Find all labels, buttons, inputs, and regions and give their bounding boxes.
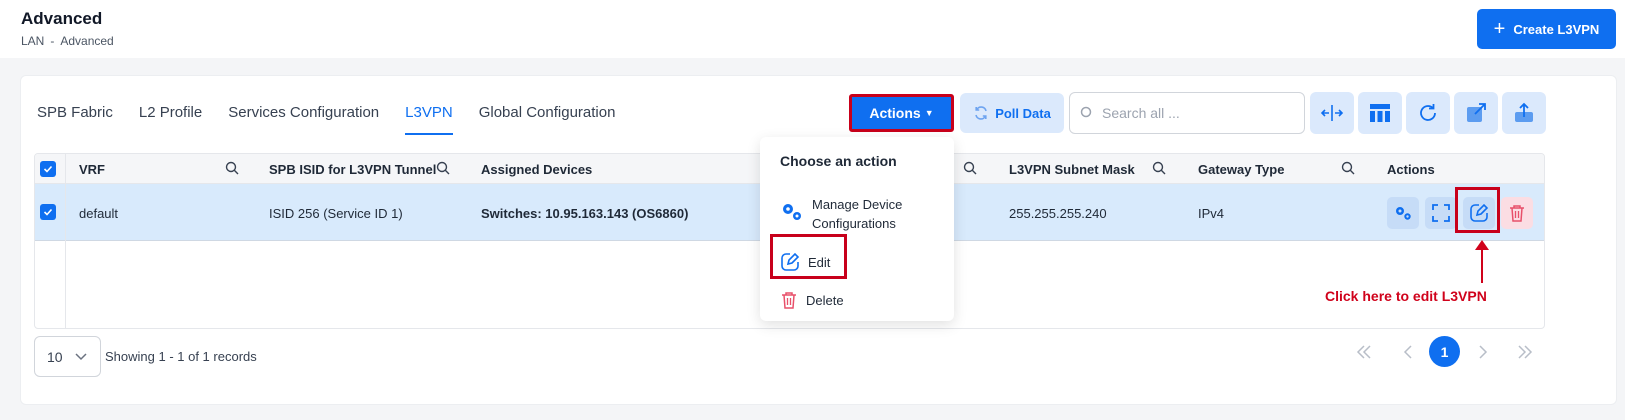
sync-icon xyxy=(975,106,987,120)
column-search-icon[interactable] xyxy=(436,161,450,175)
resize-columns-button[interactable] xyxy=(1310,92,1354,134)
row-checkbox[interactable] xyxy=(40,204,56,220)
gears-icon xyxy=(783,204,801,220)
tab-bar: SPB Fabric L2 Profile Services Configura… xyxy=(37,104,641,135)
delete-row-button[interactable] xyxy=(1501,197,1533,229)
tab-services-configuration[interactable]: Services Configuration xyxy=(228,104,379,135)
chevron-right-icon xyxy=(1479,345,1488,359)
first-page-button[interactable] xyxy=(1352,338,1376,366)
cell-vrf: default xyxy=(79,206,119,221)
breadcrumb-item-lan[interactable]: LAN xyxy=(21,34,44,48)
upload-button[interactable] xyxy=(1502,92,1546,134)
menu-item-delete[interactable]: Delete xyxy=(780,291,844,309)
double-chevron-right-icon xyxy=(1518,345,1533,359)
actions-dropdown-menu: Choose an action Manage Device Configura… xyxy=(760,137,954,321)
page-size-value: 10 xyxy=(47,348,63,365)
tab-l2-profile[interactable]: L2 Profile xyxy=(139,104,202,135)
last-page-button[interactable] xyxy=(1513,338,1537,366)
chevron-down-icon xyxy=(75,352,87,360)
poll-data-label: Poll Data xyxy=(995,105,1051,121)
column-divider xyxy=(65,154,66,328)
create-l3vpn-button[interactable]: + Create L3VPN xyxy=(1477,9,1616,49)
fullscreen-button[interactable] xyxy=(1425,197,1457,229)
refresh-icon xyxy=(1420,104,1436,121)
export-icon xyxy=(1467,103,1486,122)
column-header-isid[interactable]: SPB ISID for L3VPN Tunnel xyxy=(269,162,436,177)
chevron-left-icon xyxy=(1403,345,1412,359)
upload-icon xyxy=(1515,102,1533,122)
create-l3vpn-label: Create L3VPN xyxy=(1513,21,1600,37)
actions-button[interactable]: Actions ▼ xyxy=(849,94,954,132)
plus-icon: + xyxy=(1493,18,1506,40)
actions-label: Actions xyxy=(869,105,921,121)
search-input[interactable] xyxy=(1102,105,1292,121)
trash-icon xyxy=(782,292,796,309)
prev-page-button[interactable] xyxy=(1398,338,1418,366)
table-layout-button[interactable] xyxy=(1358,92,1402,134)
next-page-button[interactable] xyxy=(1473,338,1493,366)
refresh-button[interactable] xyxy=(1406,92,1450,134)
column-search-icon[interactable] xyxy=(963,161,977,175)
breadcrumb-separator: - xyxy=(50,34,55,48)
menu-item-label: Delete xyxy=(806,292,844,308)
top-bar: Advanced LAN - Advanced + Create L3VPN xyxy=(0,0,1625,58)
column-search-icon[interactable] xyxy=(225,161,239,175)
menu-item-label: Manage Device Configurations xyxy=(812,197,903,231)
column-header-assigned-devices[interactable]: Assigned Devices xyxy=(481,162,592,177)
page-size-select[interactable]: 10 xyxy=(34,336,101,377)
cell-isid: ISID 256 (Service ID 1) xyxy=(269,206,403,221)
column-search-icon[interactable] xyxy=(1152,161,1166,175)
tab-global-configuration[interactable]: Global Configuration xyxy=(479,104,616,135)
trash-icon xyxy=(1510,205,1524,222)
arrow-line xyxy=(1481,248,1483,283)
annotation-text: Click here to edit L3VPN xyxy=(1325,288,1487,304)
page-title: Advanced xyxy=(21,9,103,28)
column-search-icon[interactable] xyxy=(1341,161,1355,175)
double-chevron-left-icon xyxy=(1356,345,1371,359)
menu-item-manage-device-configurations[interactable]: Manage Device Configurations xyxy=(780,195,942,233)
select-all-checkbox[interactable] xyxy=(40,161,56,177)
caret-down-icon: ▼ xyxy=(924,108,934,118)
resize-columns-icon xyxy=(1320,105,1344,121)
edit-button-highlight-box xyxy=(1455,187,1500,233)
export-button[interactable] xyxy=(1454,92,1498,134)
gears-icon xyxy=(1396,207,1411,220)
expand-icon xyxy=(1432,204,1450,222)
search-icon xyxy=(1080,106,1092,118)
check-icon xyxy=(43,208,53,216)
column-header-subnet-mask[interactable]: L3VPN Subnet Mask xyxy=(1009,162,1135,177)
manage-device-config-button[interactable] xyxy=(1387,197,1419,229)
cell-gateway-type: IPv4 xyxy=(1198,206,1225,221)
tab-spb-fabric[interactable]: SPB Fabric xyxy=(37,104,113,135)
column-header-actions: Actions xyxy=(1387,162,1435,177)
current-page-button[interactable]: 1 xyxy=(1429,336,1460,367)
column-header-gateway-type[interactable]: Gateway Type xyxy=(1198,162,1284,177)
edit-highlight-box xyxy=(770,234,847,279)
tab-l3vpn[interactable]: L3VPN xyxy=(405,104,453,135)
breadcrumb: LAN - Advanced xyxy=(21,34,114,48)
search-box xyxy=(1069,92,1305,134)
breadcrumb-item-advanced: Advanced xyxy=(60,34,114,48)
check-icon xyxy=(43,165,53,173)
dropdown-title: Choose an action xyxy=(780,153,897,169)
table-layout-icon xyxy=(1370,104,1390,122)
cell-subnet-mask: 255.255.255.240 xyxy=(1009,206,1107,221)
records-count: Showing 1 - 1 of 1 records xyxy=(105,349,257,364)
column-header-vrf[interactable]: VRF xyxy=(79,162,105,177)
cell-assigned-devices[interactable]: Switches: 10.95.163.143 (OS6860) xyxy=(481,206,688,221)
poll-data-button[interactable]: Poll Data xyxy=(960,93,1064,133)
